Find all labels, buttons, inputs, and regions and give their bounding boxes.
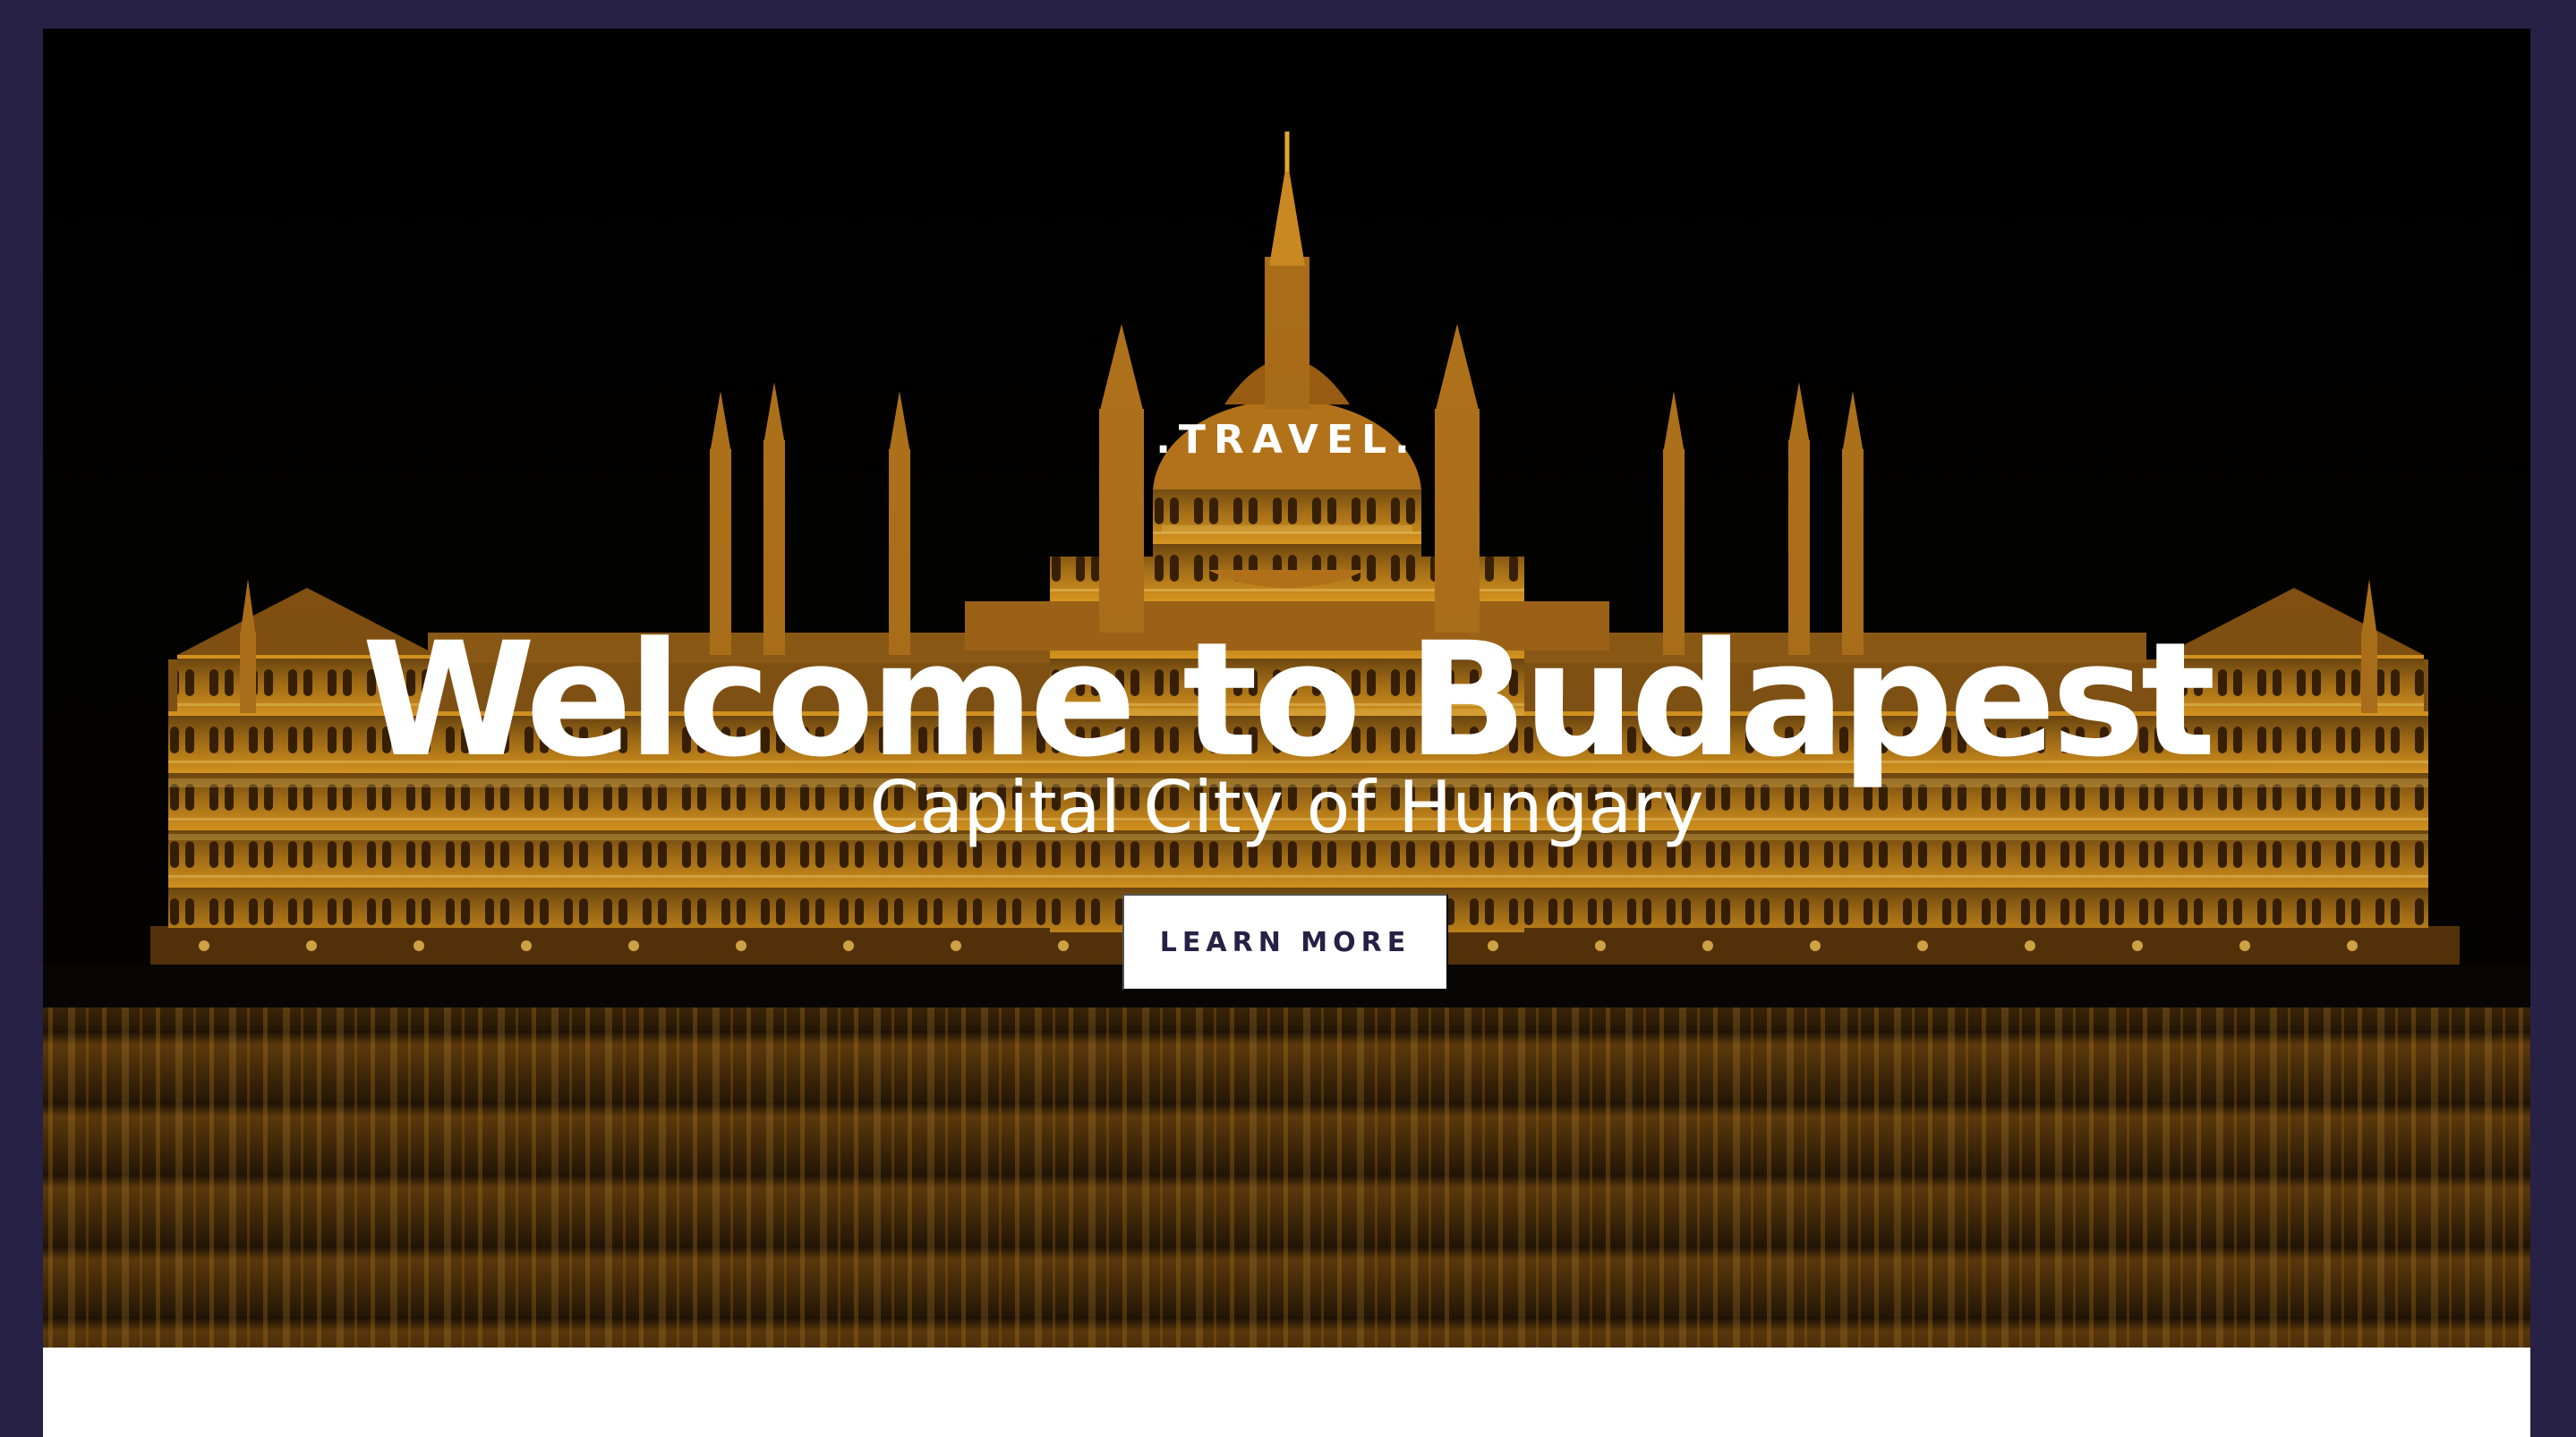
hero-eyebrow: .TRAVEL. xyxy=(1156,417,1418,463)
page-frame: .TRAVEL. Welcome to Budapest Capital Cit… xyxy=(43,29,2530,1437)
hero-section: .TRAVEL. Welcome to Budapest Capital Cit… xyxy=(43,29,2530,1348)
learn-more-button[interactable]: LEARN MORE xyxy=(1122,894,1448,991)
hero-subtitle: Capital City of Hungary xyxy=(869,766,1704,849)
hero-title: Welcome to Budapest xyxy=(362,608,2216,792)
